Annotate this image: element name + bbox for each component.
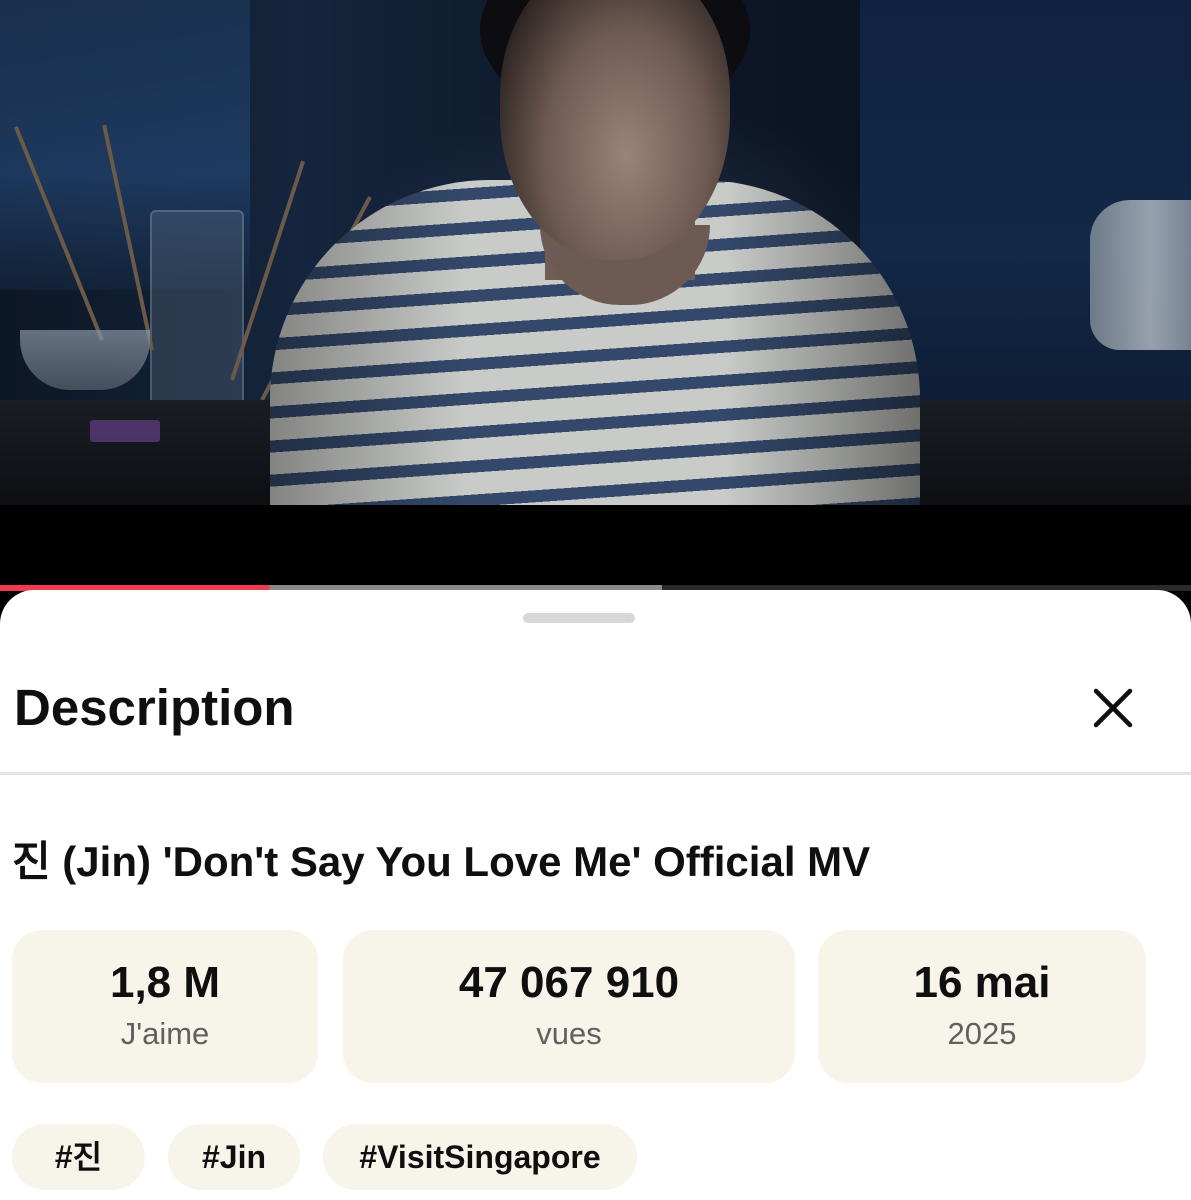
likes-label: J'aime [120, 1016, 210, 1051]
close-icon [1093, 688, 1133, 728]
drag-handle[interactable] [523, 613, 635, 623]
publish-date: 16 mai [913, 958, 1051, 1007]
sheet-title: Description [14, 679, 295, 736]
hashtag[interactable]: #VisitSingapore [323, 1124, 637, 1190]
video-letterbox [0, 505, 1191, 585]
stat-date: 16 mai 2025 [818, 930, 1146, 1083]
cup [1090, 200, 1191, 350]
hashtag[interactable]: #진 [12, 1124, 145, 1190]
brush-jar [150, 210, 244, 414]
publish-year: 2025 [947, 1016, 1017, 1051]
bowl [20, 330, 150, 390]
video-player[interactable] [0, 0, 1191, 505]
close-button[interactable] [1080, 675, 1146, 741]
stat-likes: 1,8 M J'aime [12, 930, 318, 1083]
views-count: 47 067 910 [458, 958, 680, 1007]
views-label: vues [536, 1016, 602, 1051]
description-sheet: Description 진 (Jin) 'Don't Say You Love … [0, 590, 1191, 1200]
hashtag[interactable]: #Jin [168, 1124, 300, 1190]
paint-tray [90, 420, 160, 442]
stat-views: 47 067 910 vues [343, 930, 795, 1083]
video-title: 진 (Jin) 'Don't Say You Love Me' Official… [12, 838, 871, 885]
likes-count: 1,8 M [109, 958, 221, 1007]
divider [0, 772, 1191, 775]
